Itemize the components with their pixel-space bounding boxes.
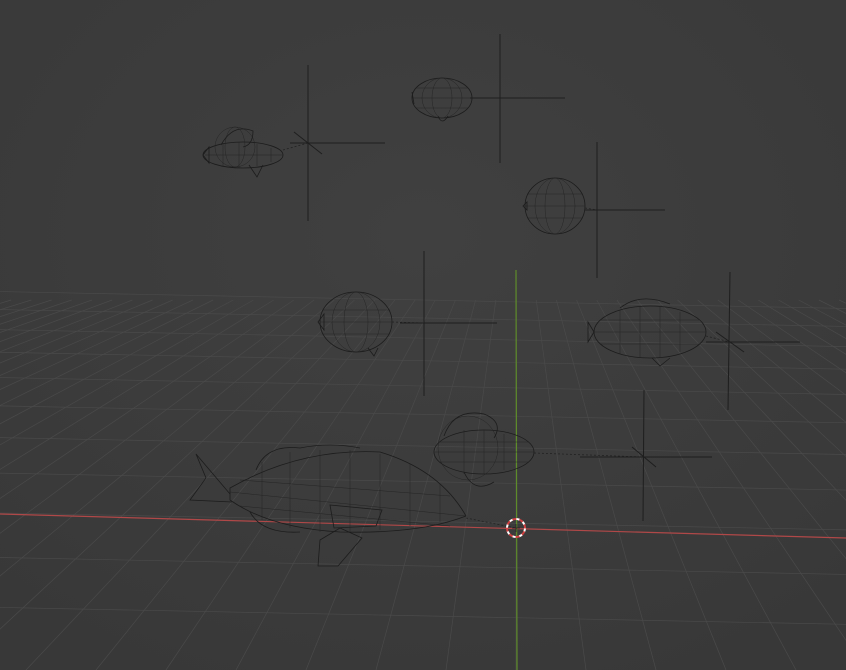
3d-viewport[interactable]	[0, 0, 846, 670]
viewport-background	[0, 0, 846, 670]
viewport-canvas[interactable]	[0, 0, 846, 670]
